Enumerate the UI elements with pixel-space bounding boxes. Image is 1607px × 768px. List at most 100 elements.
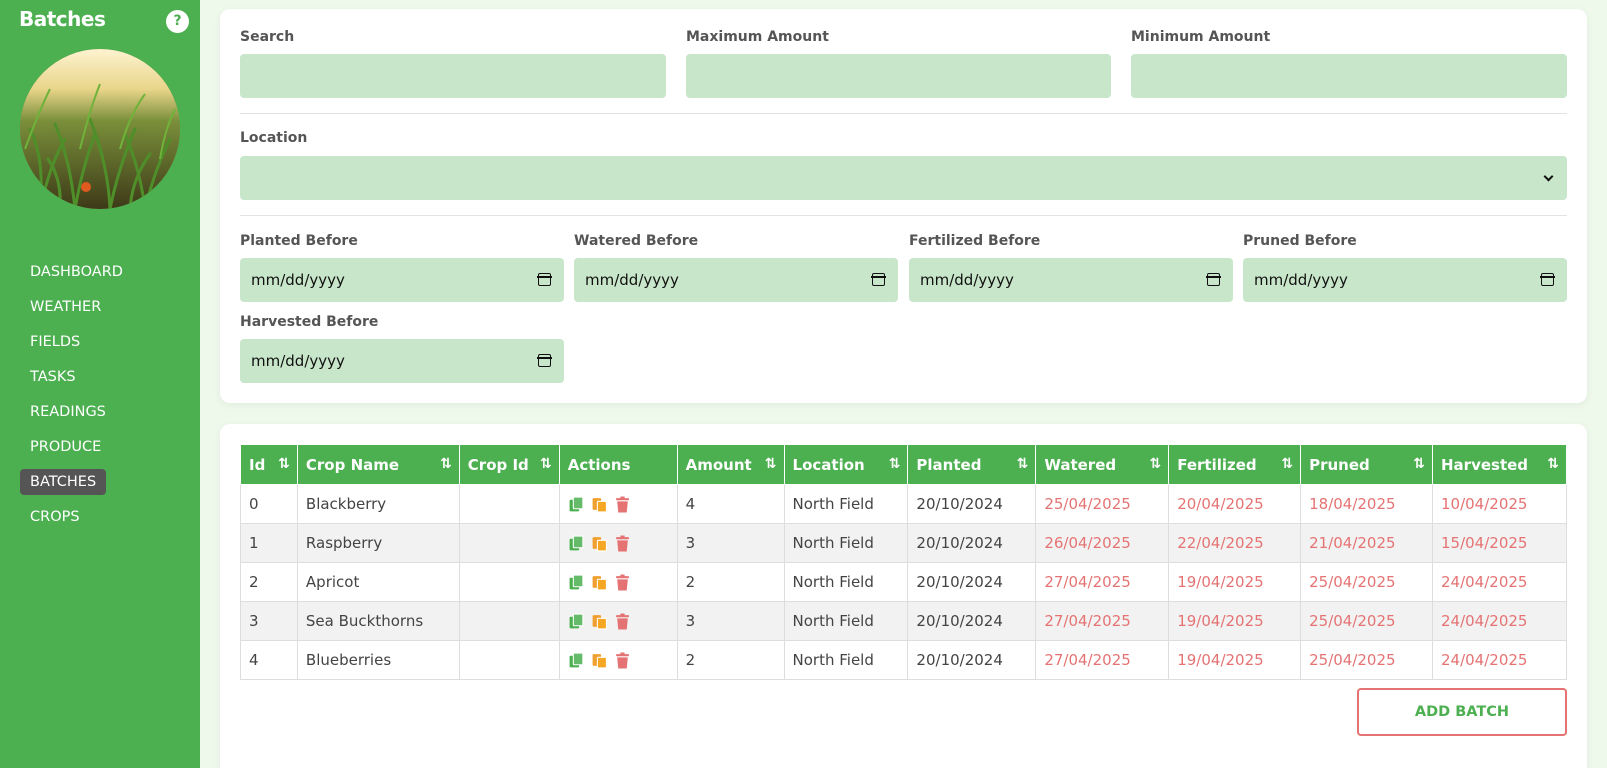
cell-planted: 20/10/2024 xyxy=(907,640,1037,680)
cell-actions xyxy=(558,484,678,524)
table-row: 1 Raspberry 3 North Field 20/10/2024 26/04/20… xyxy=(240,523,1567,563)
copy-icon[interactable] xyxy=(568,574,585,591)
harvested-before-input[interactable]: mm/dd/yyyy xyxy=(240,339,564,383)
cell-harvested: 24/04/2025 xyxy=(1432,562,1567,602)
sort-icon[interactable]: ⇅ xyxy=(1149,456,1161,472)
cell-watered: 27/04/2025 xyxy=(1035,562,1170,602)
sort-icon[interactable]: ⇅ xyxy=(1547,456,1559,472)
cell-amount: 2 xyxy=(676,640,785,680)
cell-pruned: 25/04/2025 xyxy=(1300,640,1433,680)
column-header-crop-name[interactable]: Crop Name ⇅ xyxy=(296,444,460,485)
copy-icon[interactable] xyxy=(568,613,585,630)
cell-crop-id xyxy=(458,640,560,680)
trash-icon[interactable] xyxy=(614,574,631,591)
table-row: 3 Sea Buckthorns 3 North Field 20/10/2024 27/… xyxy=(240,601,1567,641)
cell-pruned: 25/04/2025 xyxy=(1300,562,1433,602)
cell-actions xyxy=(558,601,678,641)
calendar-icon[interactable] xyxy=(871,273,886,286)
cell-amount: 2 xyxy=(676,562,785,602)
sort-icon[interactable]: ⇅ xyxy=(765,456,777,472)
duplicate-icon[interactable] xyxy=(591,574,608,591)
cell-fertilized: 19/04/2025 xyxy=(1168,640,1302,680)
column-header-location[interactable]: Location ⇅ xyxy=(783,444,909,485)
trash-icon[interactable] xyxy=(614,613,631,630)
duplicate-icon[interactable] xyxy=(591,496,608,513)
fertilized-before-label: Fertilized Before xyxy=(909,233,1041,249)
column-header-amount[interactable]: Amount ⇅ xyxy=(676,444,785,485)
max-amount-input[interactable] xyxy=(686,54,1111,98)
table-row: 2 Apricot 2 North Field 20/10/2024 27/04/2025… xyxy=(240,562,1567,602)
cell-crop-name: Apricot xyxy=(296,562,460,602)
copy-icon[interactable] xyxy=(568,652,585,669)
cell-id: 0 xyxy=(240,484,298,524)
calendar-icon[interactable] xyxy=(537,273,552,286)
cell-crop-name: Raspberry xyxy=(296,523,460,563)
calendar-icon[interactable] xyxy=(1540,273,1555,286)
duplicate-icon[interactable] xyxy=(591,652,608,669)
pruned-before-input[interactable]: mm/dd/yyyy xyxy=(1243,258,1567,302)
location-select[interactable] xyxy=(240,156,1567,200)
cell-harvested: 10/04/2025 xyxy=(1432,484,1567,524)
date-placeholder: mm/dd/yyyy xyxy=(251,271,345,289)
copy-icon[interactable] xyxy=(568,535,585,552)
cell-amount: 3 xyxy=(676,523,785,563)
date-placeholder: mm/dd/yyyy xyxy=(585,271,679,289)
sidebar-nav: DASHBOARD WEATHER FIELDS TASKS READINGS … xyxy=(20,259,133,539)
column-header-id[interactable]: Id ⇅ xyxy=(240,444,298,485)
table-header-row: Id ⇅ Crop Name ⇅ Crop Id ⇅ Actions Amount ⇅ … xyxy=(240,444,1567,485)
cell-harvested: 24/04/2025 xyxy=(1432,601,1567,641)
date-placeholder: mm/dd/yyyy xyxy=(1254,271,1348,289)
column-header-crop-id[interactable]: Crop Id ⇅ xyxy=(458,444,560,485)
table-row: 0 Blackberry 4 North Field 20/10/2024 25/04/2… xyxy=(240,484,1567,524)
fertilized-before-input[interactable]: mm/dd/yyyy xyxy=(909,258,1233,302)
cell-amount: 4 xyxy=(676,484,785,524)
calendar-icon[interactable] xyxy=(537,354,552,367)
sort-icon[interactable]: ⇅ xyxy=(1413,456,1425,472)
sidebar-item-produce[interactable]: PRODUCE xyxy=(20,434,111,460)
sort-icon[interactable]: ⇅ xyxy=(1281,456,1293,472)
cell-watered: 26/04/2025 xyxy=(1035,523,1170,563)
duplicate-icon[interactable] xyxy=(591,613,608,630)
sort-icon[interactable]: ⇅ xyxy=(540,456,552,472)
cell-crop-name: Blueberries xyxy=(296,640,460,680)
cell-actions xyxy=(558,523,678,563)
column-header-planted[interactable]: Planted ⇅ xyxy=(907,444,1037,485)
sidebar: Batches ? DASHBOARD WEATHER FIELDS TASKS… xyxy=(0,0,200,768)
cell-crop-id xyxy=(458,484,560,524)
add-batch-button[interactable]: ADD BATCH xyxy=(1357,688,1567,736)
duplicate-icon[interactable] xyxy=(591,535,608,552)
column-header-pruned[interactable]: Pruned ⇅ xyxy=(1300,444,1433,485)
sort-icon[interactable]: ⇅ xyxy=(1017,456,1029,472)
copy-icon[interactable] xyxy=(568,496,585,513)
column-header-watered[interactable]: Watered ⇅ xyxy=(1035,444,1170,485)
cell-location: North Field xyxy=(783,523,909,563)
sidebar-item-batches[interactable]: BATCHES xyxy=(20,469,107,495)
sidebar-item-readings[interactable]: READINGS xyxy=(20,399,116,425)
sidebar-item-tasks[interactable]: TASKS xyxy=(20,364,86,390)
search-input[interactable] xyxy=(240,54,666,98)
pruned-before-label: Pruned Before xyxy=(1243,233,1357,249)
calendar-icon[interactable] xyxy=(1206,273,1221,286)
sort-icon[interactable]: ⇅ xyxy=(889,456,901,472)
sidebar-item-dashboard[interactable]: DASHBOARD xyxy=(20,259,133,285)
cell-pruned: 21/04/2025 xyxy=(1300,523,1433,563)
cell-location: North Field xyxy=(783,640,909,680)
trash-icon[interactable] xyxy=(614,496,631,513)
sidebar-item-fields[interactable]: FIELDS xyxy=(20,329,90,355)
sort-icon[interactable]: ⇅ xyxy=(440,456,452,472)
cell-planted: 20/10/2024 xyxy=(907,562,1037,602)
min-amount-input[interactable] xyxy=(1131,54,1567,98)
cell-planted: 20/10/2024 xyxy=(907,601,1037,641)
trash-icon[interactable] xyxy=(614,535,631,552)
column-header-fertilized[interactable]: Fertilized ⇅ xyxy=(1168,444,1302,485)
column-header-harvested[interactable]: Harvested ⇅ xyxy=(1432,444,1567,485)
trash-icon[interactable] xyxy=(614,652,631,669)
cell-id: 2 xyxy=(240,562,298,602)
help-icon[interactable]: ? xyxy=(166,10,189,33)
sidebar-item-weather[interactable]: WEATHER xyxy=(20,294,111,320)
date-placeholder: mm/dd/yyyy xyxy=(920,271,1014,289)
sort-icon[interactable]: ⇅ xyxy=(278,456,290,472)
sidebar-item-crops[interactable]: CROPS xyxy=(20,504,90,530)
watered-before-input[interactable]: mm/dd/yyyy xyxy=(574,258,898,302)
planted-before-input[interactable]: mm/dd/yyyy xyxy=(240,258,564,302)
